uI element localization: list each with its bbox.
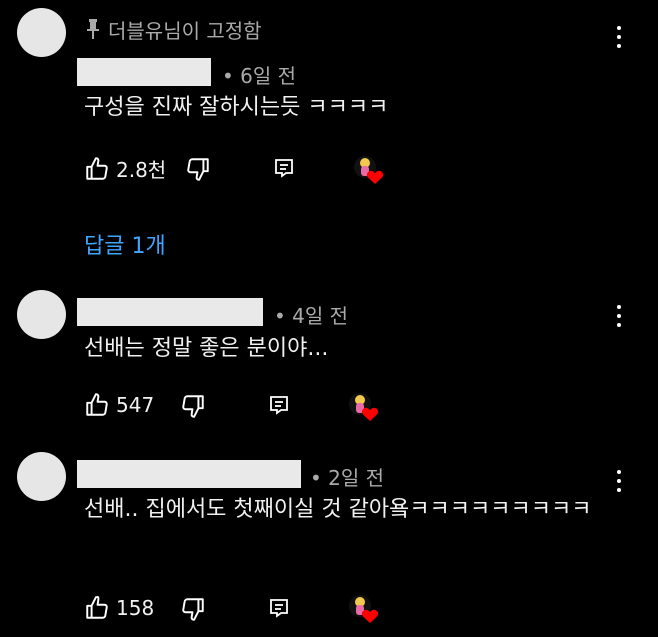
like-button[interactable]: 547 (84, 392, 154, 418)
like-count: 547 (116, 393, 155, 417)
reply-button[interactable] (268, 394, 290, 416)
commenter-avatar[interactable] (17, 452, 66, 501)
comment-time: • 4일 전 (274, 304, 349, 328)
reply-button[interactable] (273, 157, 295, 179)
thumbs-down-icon (187, 158, 209, 181)
more-actions-button[interactable] (608, 305, 630, 327)
dislike-button[interactable] (180, 596, 206, 622)
thumbs-up-icon (86, 596, 108, 619)
thumbs-up-icon (86, 393, 108, 416)
comment-time: • 2일 전 (310, 466, 385, 490)
creator-heart-badge (349, 393, 379, 421)
comment-2: • 4일 전 선배는 정말 좋은 분이야... 547 (0, 285, 658, 440)
more-actions-button[interactable] (608, 470, 630, 492)
dislike-button[interactable] (180, 393, 206, 419)
reply-comment-icon (270, 396, 288, 415)
commenter-name-redacted[interactable] (77, 460, 301, 488)
like-count: 158 (116, 596, 155, 620)
thumbs-down-icon (182, 395, 204, 418)
comment-time: • 6일 전 (222, 64, 297, 88)
commenter-avatar[interactable] (17, 8, 66, 57)
pin-icon (87, 19, 99, 39)
reply-comment-icon (270, 599, 288, 618)
commenter-avatar[interactable] (17, 290, 66, 339)
reply-comment-icon (275, 159, 293, 178)
thumbs-up-icon (86, 156, 108, 180)
like-button[interactable]: 2.8천 (84, 154, 166, 183)
comment-3: • 2일 전 선배.. 집에서도 첫째이실 것 같아욬ㅋㅋㅋㅋㅋㅋㅋㅋㅋ 158 (0, 440, 658, 637)
like-count: 2.8천 (116, 158, 167, 182)
pinned-label: 더블유님이 고정함 (108, 18, 262, 43)
reply-button[interactable] (268, 597, 290, 619)
view-replies-link[interactable]: 답글 1개 (84, 228, 166, 260)
dislike-button[interactable] (185, 156, 211, 182)
creator-heart-badge (354, 156, 384, 184)
pinned-indicator: 더블유님이 고정함 (86, 15, 262, 43)
comment-text: 선배.. 집에서도 첫째이실 것 같아욬ㅋㅋㅋㅋㅋㅋㅋㅋㅋ (84, 497, 592, 522)
comment-text: 선배는 정말 좋은 분이야... (84, 336, 329, 361)
thumbs-down-icon (182, 598, 204, 621)
creator-heart-badge (349, 595, 379, 623)
commenter-name-redacted[interactable] (77, 58, 211, 86)
like-button[interactable]: 158 (84, 595, 154, 621)
more-actions-button[interactable] (608, 26, 630, 48)
comment-1: 더블유님이 고정함 • 6일 전 구성을 진짜 잘하시는듯 ㅋㅋㅋㅋ 2.8천 … (0, 0, 658, 285)
commenter-name-redacted[interactable] (77, 298, 263, 326)
comment-text: 구성을 진짜 잘하시는듯 ㅋㅋㅋㅋ (84, 95, 389, 120)
